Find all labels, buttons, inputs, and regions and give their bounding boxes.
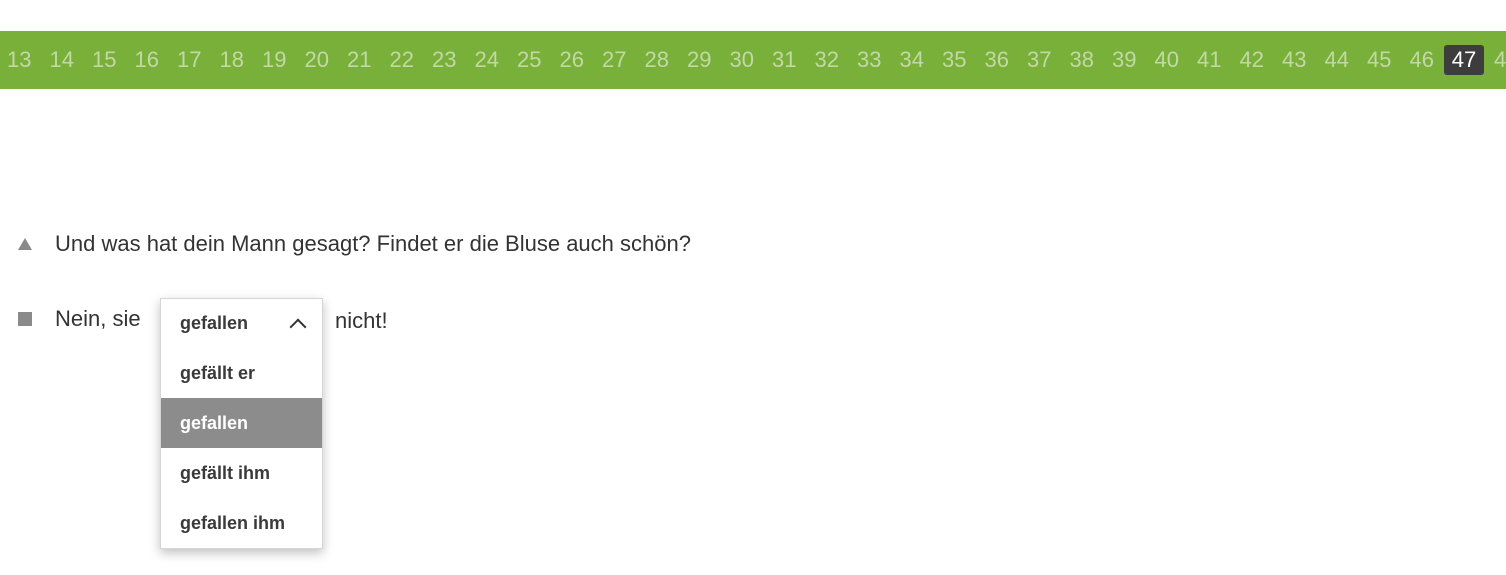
page-number-link[interactable]: 28 bbox=[636, 47, 679, 73]
page-number-link[interactable]: 35 bbox=[933, 47, 976, 73]
page-number-link[interactable]: 23 bbox=[423, 47, 466, 73]
page-number-link[interactable]: 39 bbox=[1103, 47, 1146, 73]
page-number-link[interactable]: 30 bbox=[721, 47, 764, 73]
page-number-link[interactable]: 44 bbox=[1316, 47, 1359, 73]
page-number-link[interactable]: 14 bbox=[41, 47, 84, 73]
page-number-link[interactable]: 29 bbox=[678, 47, 721, 73]
page-number-link[interactable]: 36 bbox=[976, 47, 1019, 73]
answer-dropdown[interactable]: gefallen gefällt er gefallen gefällt ihm ge… bbox=[160, 298, 323, 549]
dropdown-options-list: gefällt er gefallen gefällt ihm gefallen ih… bbox=[161, 348, 322, 548]
page-number-link[interactable]: 45 bbox=[1358, 47, 1401, 73]
page-number-link[interactable]: 48 bbox=[1485, 47, 1506, 73]
page-number-track: 13 14 15 16 17 18 19 20 21 22 23 24 25 26 27 28 29 30 31 32… bbox=[0, 31, 1506, 89]
page-number-link[interactable]: 31 bbox=[763, 47, 806, 73]
page-number-current[interactable]: 47 bbox=[1444, 45, 1484, 75]
page-number-link[interactable]: 37 bbox=[1018, 47, 1061, 73]
page-number-link[interactable]: 13 bbox=[0, 47, 41, 73]
page-number-link[interactable]: 16 bbox=[126, 47, 169, 73]
chevron-up-icon[interactable] bbox=[289, 318, 307, 336]
dropdown-option[interactable]: gefällt ihm bbox=[161, 448, 322, 498]
page-number-link[interactable]: 26 bbox=[551, 47, 594, 73]
answer-line: Nein, sie bbox=[17, 306, 141, 332]
page-number-link[interactable]: 38 bbox=[1061, 47, 1104, 73]
dropdown-option[interactable]: gefallen ihm bbox=[161, 498, 322, 548]
page-number-link[interactable]: 15 bbox=[83, 47, 126, 73]
page-number-link[interactable]: 20 bbox=[296, 47, 339, 73]
page-number-link[interactable]: 34 bbox=[891, 47, 934, 73]
page-number-link[interactable]: 24 bbox=[466, 47, 509, 73]
page-number-link[interactable]: 32 bbox=[806, 47, 849, 73]
page-number-link[interactable]: 19 bbox=[253, 47, 296, 73]
page-number-link[interactable]: 18 bbox=[211, 47, 254, 73]
page-number-link[interactable]: 41 bbox=[1188, 47, 1231, 73]
page-number-link[interactable]: 33 bbox=[848, 47, 891, 73]
page-navigation-bar: 13 14 15 16 17 18 19 20 21 22 23 24 25 26 27 28 29 30 31 32… bbox=[0, 31, 1506, 89]
page-number-link[interactable]: 42 bbox=[1231, 47, 1274, 73]
answer-text-after: nicht! bbox=[335, 308, 388, 333]
answer-text-before: Nein, sie bbox=[55, 306, 141, 331]
square-bullet-icon bbox=[18, 312, 32, 326]
page-number-link[interactable]: 25 bbox=[508, 47, 551, 73]
question-text: Und was hat dein Mann gesagt? Findet er … bbox=[55, 231, 691, 256]
dropdown-selected-label: gefallen bbox=[180, 313, 249, 333]
page-number-link[interactable]: 22 bbox=[381, 47, 424, 73]
dropdown-selected-value[interactable]: gefallen bbox=[161, 299, 322, 348]
page-number-link[interactable]: 43 bbox=[1273, 47, 1316, 73]
dropdown-option[interactable]: gefallen bbox=[161, 398, 322, 448]
page-number-link[interactable]: 46 bbox=[1401, 47, 1444, 73]
page-number-link[interactable]: 27 bbox=[593, 47, 636, 73]
page-number-link[interactable]: 40 bbox=[1146, 47, 1189, 73]
triangle-bullet-icon bbox=[18, 238, 32, 250]
page-number-link[interactable]: 21 bbox=[338, 47, 381, 73]
page-number-link[interactable]: 17 bbox=[168, 47, 211, 73]
question-line: Und was hat dein Mann gesagt? Findet er … bbox=[17, 231, 691, 257]
dropdown-option[interactable]: gefällt er bbox=[161, 348, 322, 398]
